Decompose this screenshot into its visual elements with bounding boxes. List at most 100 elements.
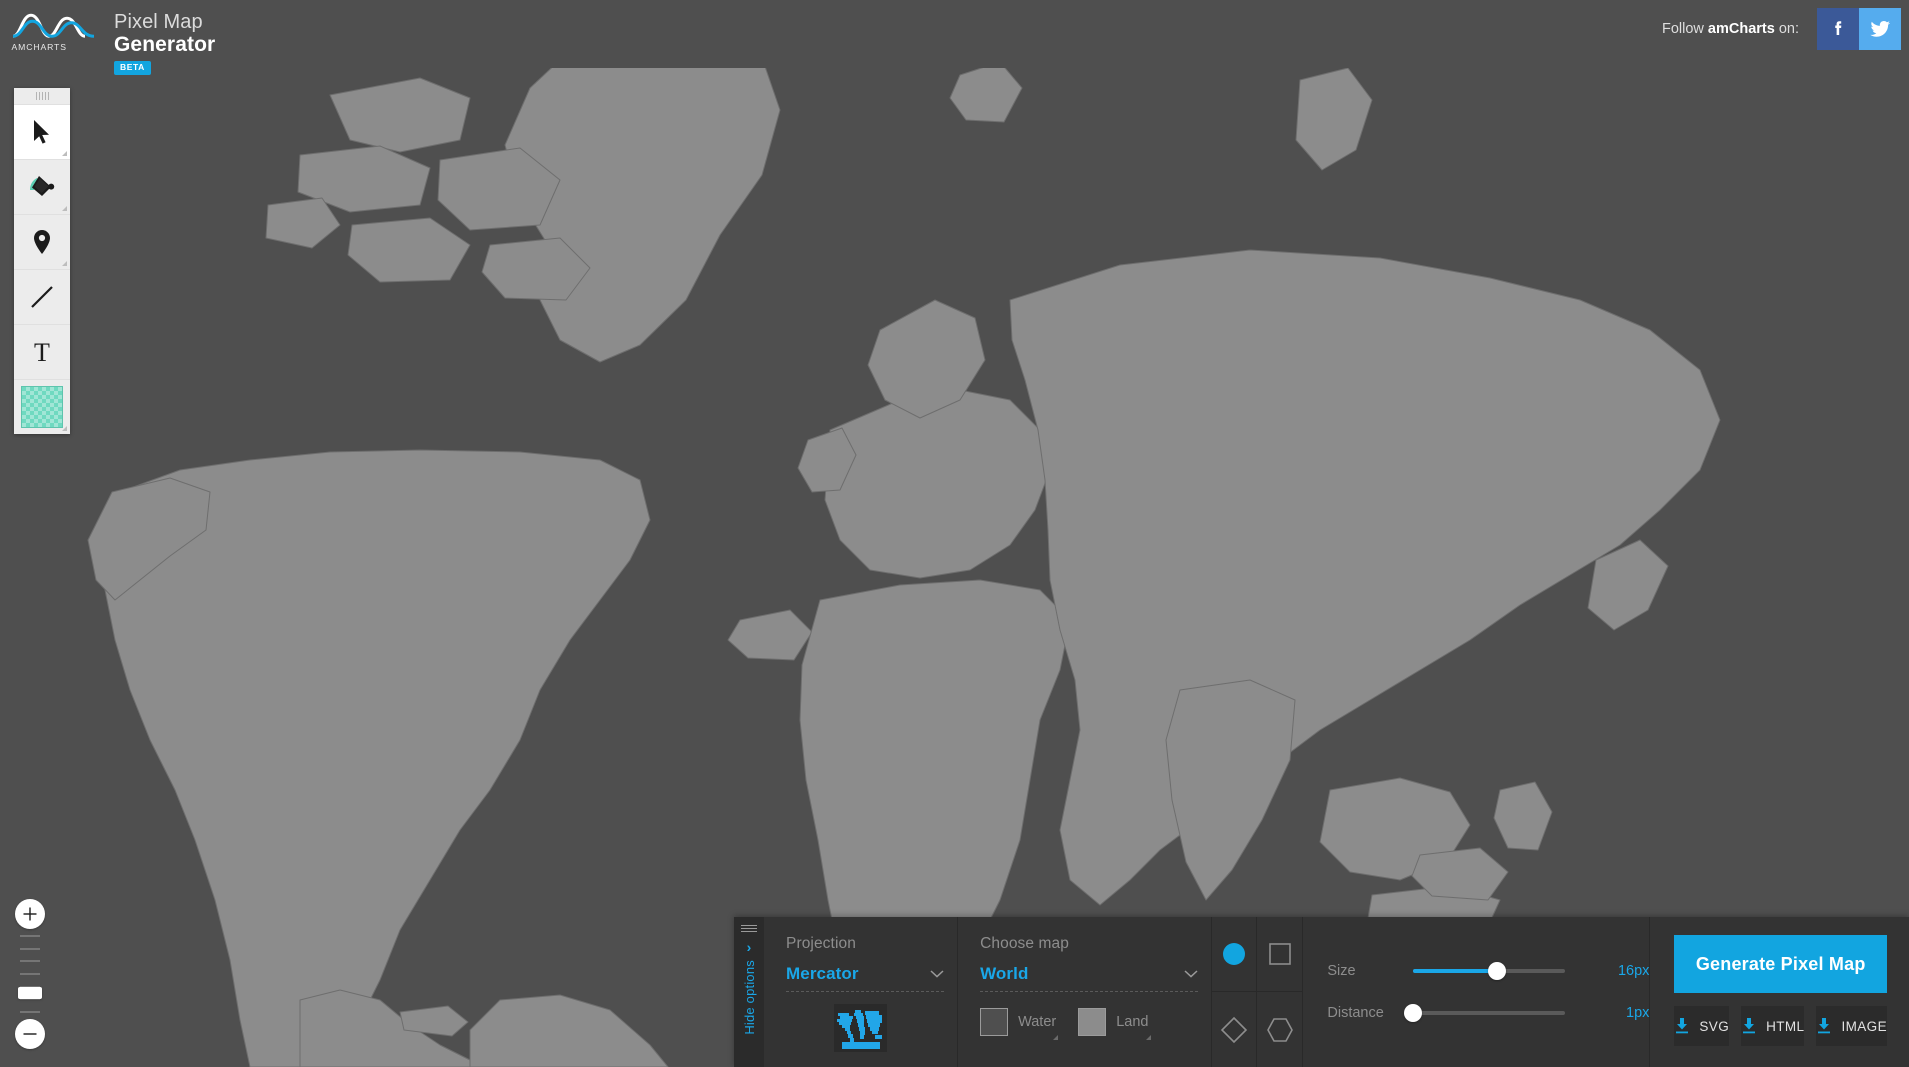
projection-label: Projection	[786, 935, 856, 952]
follow-block: Follow amCharts on:	[1662, 8, 1901, 50]
distance-slider-label: Distance	[1327, 1005, 1384, 1021]
distance-slider-row: Distance 1px	[1327, 1004, 1650, 1022]
zoom-tick	[20, 935, 40, 937]
drawing-toolbar[interactable]: T	[14, 88, 70, 434]
distance-slider-track[interactable]	[1404, 1004, 1566, 1022]
actions-column: Generate Pixel Map SVG HTML IMAGE	[1650, 917, 1909, 1067]
choose-map-label: Choose map	[980, 935, 1069, 952]
zoom-slider-track[interactable]	[15, 935, 45, 1013]
hide-options-label: Hide options	[741, 960, 757, 1035]
follow-suffix: on:	[1774, 21, 1799, 37]
facebook-button[interactable]	[1817, 8, 1859, 50]
zoom-out-button[interactable]	[15, 1019, 45, 1049]
chevron-down-icon	[1184, 970, 1198, 978]
tool-corner-marker	[62, 261, 67, 266]
amcharts-wordmark: AMCHARTS	[12, 42, 67, 52]
line-tool-button[interactable]	[14, 269, 70, 324]
projection-value: Mercator	[786, 964, 859, 983]
land-color-swatch[interactable]	[1078, 1008, 1107, 1036]
tool-corner-marker	[62, 151, 67, 156]
zoom-tick	[20, 1010, 40, 1013]
hide-options-toggle[interactable]: › Hide options	[734, 917, 764, 1067]
map-canvas[interactable]	[0, 0, 1909, 1067]
shape-diamond-button[interactable]	[1212, 992, 1258, 1067]
shape-hexagon-button[interactable]	[1257, 992, 1302, 1067]
zoom-slider-handle[interactable]	[18, 987, 42, 999]
map-pin-icon	[34, 230, 50, 254]
tool-corner-marker	[62, 206, 67, 211]
water-color-picker[interactable]: Water	[980, 1008, 1059, 1040]
options-panel: › Hide options Projection Mercator Choos…	[734, 917, 1909, 1067]
land-label: Land	[1116, 1014, 1149, 1030]
distance-slider-value: 1px	[1626, 1005, 1650, 1021]
facebook-icon	[1835, 21, 1842, 35]
download-html-button[interactable]: HTML	[1741, 1006, 1805, 1046]
projection-select[interactable]: Mercator	[786, 964, 944, 992]
swatch-corner-marker	[1145, 1035, 1151, 1040]
color-tool-button[interactable]	[14, 379, 70, 434]
svg-text:T: T	[34, 339, 50, 365]
size-slider-value: 16px	[1617, 963, 1650, 979]
product-title-line2: Generator	[114, 33, 216, 56]
text-tool-button[interactable]: T	[14, 324, 70, 379]
download-image-button[interactable]: IMAGE	[1816, 1006, 1887, 1046]
follow-prefix: Follow	[1661, 21, 1708, 37]
amcharts-logo-icon[interactable]: AMCHARTS	[10, 8, 100, 54]
chevron-right-icon: ›	[746, 939, 752, 955]
zoom-tick	[20, 947, 40, 950]
circle-icon	[1223, 943, 1245, 965]
download-image-label: IMAGE	[1841, 1018, 1887, 1034]
minus-icon	[23, 1033, 37, 1035]
plus-icon	[23, 907, 37, 921]
download-icon	[1743, 1018, 1756, 1034]
twitter-icon	[1870, 21, 1890, 37]
color-swatch-row: Water Land	[980, 1008, 1211, 1040]
product-title-line1: Pixel Map	[114, 11, 203, 33]
pixel-map-generator-app: AMCHARTS Pixel Map Generator BETA Follow…	[0, 0, 1909, 1067]
toolbar-drag-handle[interactable]	[14, 88, 70, 104]
map-preview-thumbnail[interactable]	[834, 1004, 887, 1052]
choose-map-select[interactable]: World	[980, 964, 1199, 992]
paint-bucket-icon	[30, 176, 55, 196]
marker-tool-button[interactable]	[14, 214, 70, 269]
shape-square-button[interactable]	[1257, 917, 1303, 992]
generate-pixel-map-button[interactable]: Generate Pixel Map	[1674, 935, 1887, 993]
choose-map-column: Choose map World Water Land	[958, 917, 1212, 1067]
select-tool-button[interactable]	[14, 104, 70, 159]
download-icon	[1818, 1018, 1831, 1034]
app-header: AMCHARTS Pixel Map Generator BETA Follow…	[0, 0, 1909, 75]
download-icon	[1676, 1018, 1689, 1034]
shape-circle-button[interactable]	[1211, 917, 1258, 992]
color-swatch-icon[interactable]	[21, 386, 63, 428]
follow-label: Follow amCharts on:	[1662, 21, 1799, 37]
distance-slider-knob[interactable]	[1404, 1004, 1423, 1022]
hamburger-icon	[741, 925, 757, 932]
size-slider-label: Size	[1327, 963, 1356, 979]
hexagon-icon	[1266, 1017, 1293, 1042]
download-svg-button[interactable]: SVG	[1674, 1006, 1730, 1046]
swatch-corner-marker	[1053, 1035, 1059, 1040]
beta-badge: BETA	[114, 61, 151, 75]
sliders-column: Size 16px Distance 1px	[1303, 917, 1651, 1067]
land-color-picker[interactable]: Land	[1078, 1008, 1151, 1040]
size-slider-knob[interactable]	[1487, 962, 1506, 980]
download-svg-label: SVG	[1699, 1018, 1730, 1034]
product-title: Pixel Map Generator BETA	[114, 6, 215, 75]
water-label: Water	[1018, 1014, 1057, 1030]
twitter-button[interactable]	[1859, 8, 1901, 50]
shape-picker	[1211, 917, 1304, 1067]
brand-block: AMCHARTS Pixel Map Generator BETA	[10, 6, 215, 75]
world-map-svg[interactable]	[0, 0, 1909, 1067]
fill-tool-button[interactable]	[14, 159, 70, 214]
zoom-in-button[interactable]	[15, 899, 45, 929]
zoom-control[interactable]	[12, 899, 48, 1049]
size-slider-row: Size 16px	[1327, 962, 1650, 980]
water-color-swatch[interactable]	[980, 1008, 1009, 1036]
download-buttons-row: SVG HTML IMAGE	[1674, 1006, 1887, 1046]
choose-map-value: World	[980, 964, 1029, 983]
text-icon: T	[34, 339, 50, 365]
follow-brand: amCharts	[1707, 21, 1775, 37]
line-icon	[31, 286, 53, 308]
size-slider-track[interactable]	[1413, 962, 1566, 980]
projection-column: Projection Mercator	[764, 917, 959, 1067]
